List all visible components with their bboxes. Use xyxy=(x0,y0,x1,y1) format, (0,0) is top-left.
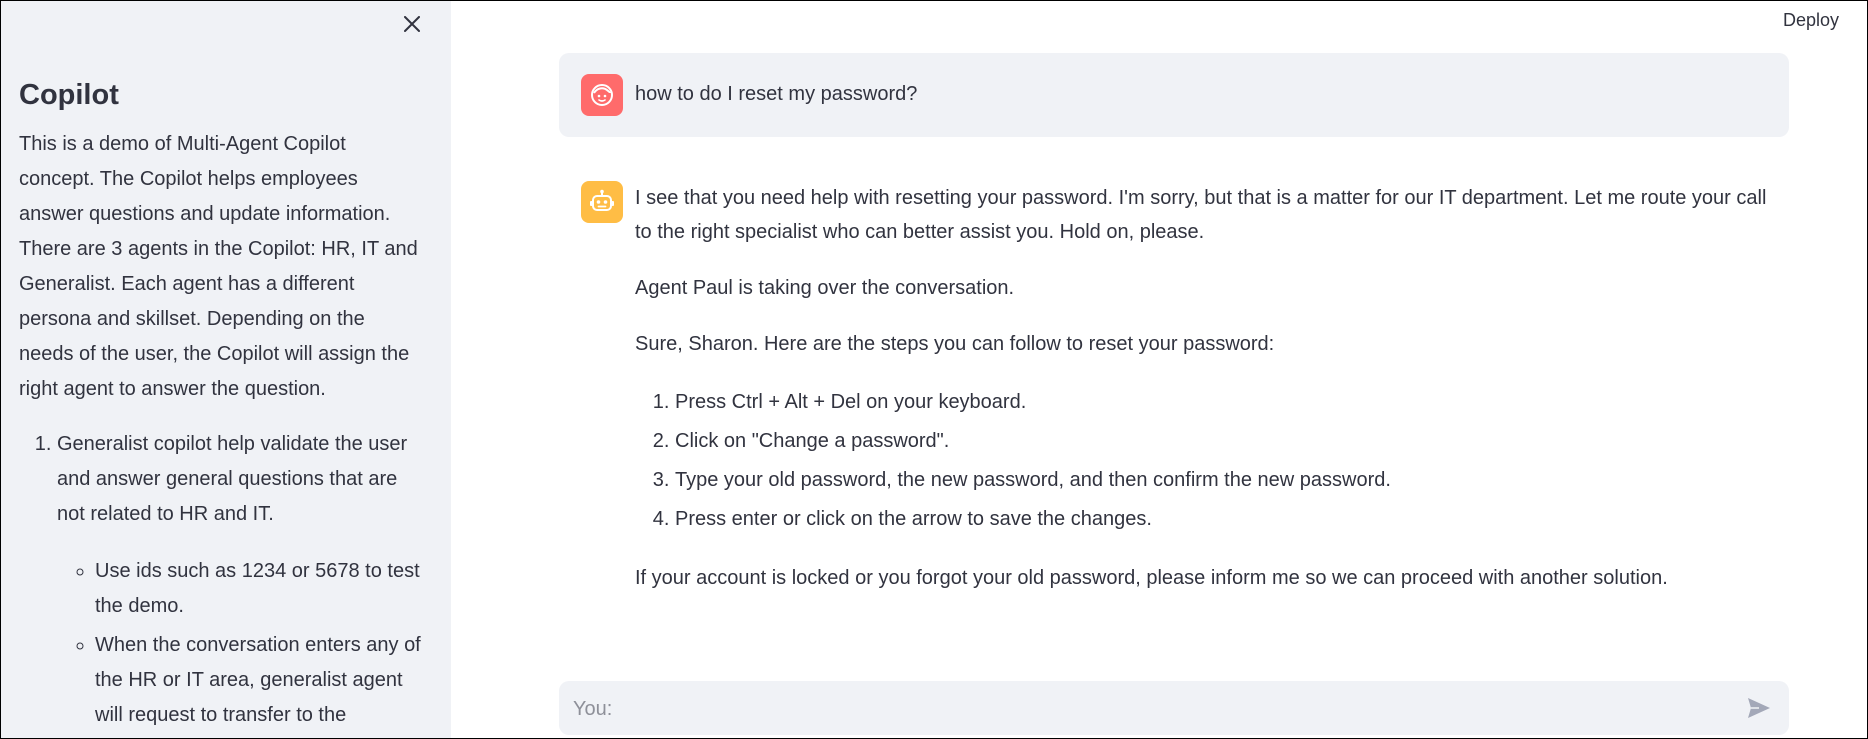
assistant-paragraph: Sure, Sharon. Here are the steps you can… xyxy=(635,333,1275,355)
user-message: how to do I reset my password? xyxy=(559,53,1789,137)
password-reset-steps: Press Ctrl + Alt + Del on your keyboard.… xyxy=(635,383,1785,539)
step-item: Press Ctrl + Alt + Del on your keyboard. xyxy=(675,383,1785,422)
assistant-message-body: I see that you need help with resetting … xyxy=(635,181,1785,617)
step-item: Press enter or click on the arrow to sav… xyxy=(675,500,1785,539)
app-window: Copilot This is a demo of Multi-Agent Co… xyxy=(0,0,1868,739)
user-avatar xyxy=(581,74,623,116)
sidebar-title: Copilot xyxy=(19,79,119,111)
sidebar: Copilot This is a demo of Multi-Agent Co… xyxy=(1,1,451,738)
sidebar-agent-list: Generalist copilot help validate the use… xyxy=(19,427,423,733)
send-icon xyxy=(1748,698,1770,718)
sidebar-list-item: Generalist copilot help validate the use… xyxy=(57,427,423,733)
assistant-paragraph: If your account is locked or you forgot … xyxy=(635,567,1668,589)
deploy-button[interactable]: Deploy xyxy=(1783,5,1839,35)
sidebar-sublist: Use ids such as 1234 or 5678 to test the… xyxy=(57,554,423,733)
step-item: Type your old password, the new password… xyxy=(675,461,1785,500)
assistant-paragraph: Agent Paul is taking over the conversati… xyxy=(635,277,1015,299)
chat-input-container xyxy=(559,681,1789,737)
sidebar-description: This is a demo of Multi-Agent Copilot co… xyxy=(19,133,418,400)
user-message-text: how to do I reset my password? xyxy=(635,83,918,105)
sidebar-content: Copilot This is a demo of Multi-Agent Co… xyxy=(19,75,423,737)
step-item: Click on "Change a password". xyxy=(675,422,1785,461)
assistant-avatar xyxy=(581,181,623,223)
robot-icon xyxy=(590,189,614,211)
user-face-icon xyxy=(591,84,613,106)
chat-input[interactable] xyxy=(571,681,1725,737)
send-button[interactable] xyxy=(1743,693,1775,723)
assistant-paragraph: I see that you need help with resetting … xyxy=(635,187,1767,243)
sidebar-sublist-item: Use ids such as 1234 or 5678 to test the… xyxy=(95,554,423,624)
sidebar-sublist-item: When the conversation enters any of the … xyxy=(95,628,423,733)
sidebar-list-item-text: Generalist copilot help validate the use… xyxy=(57,433,408,525)
close-sidebar-button[interactable] xyxy=(397,9,427,39)
close-icon xyxy=(404,16,420,32)
